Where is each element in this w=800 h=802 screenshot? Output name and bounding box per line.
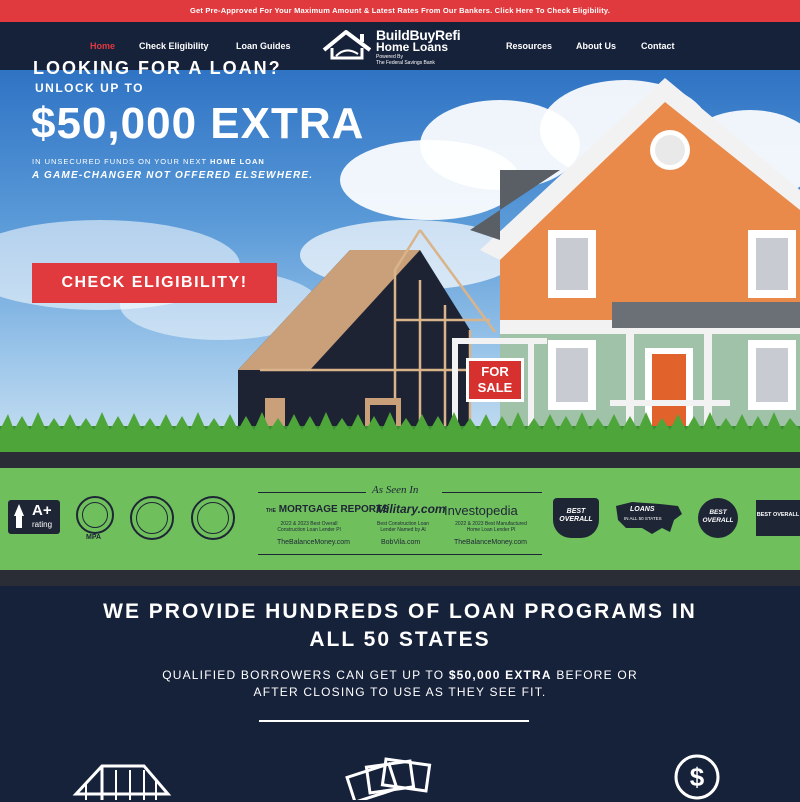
- house-frame-icon: [72, 764, 172, 800]
- bbb-rating: A+: [32, 502, 52, 519]
- award-3-main: OVERALL: [702, 517, 734, 524]
- award-seal-badge: [76, 496, 114, 534]
- section-divider: [259, 720, 529, 722]
- programs-sub-pre: QUALIFIED BORROWERS CAN GET UP TO: [162, 668, 449, 682]
- nav-resources[interactable]: Resources: [506, 41, 552, 51]
- bbb-badge: A+ rating: [8, 500, 60, 534]
- pub-3-site: TheBalanceMoney.com: [454, 539, 528, 546]
- as-seen-in-rule-bottom: [258, 554, 542, 555]
- pub-investopedia: Investopedia: [444, 503, 518, 518]
- pub-1-site: TheBalanceMoney.com: [277, 539, 351, 546]
- hero-heading-line2: UNLOCK UP TO: [35, 81, 144, 95]
- for-sale-sign-line1: FOR: [481, 364, 509, 379]
- divider-band: [0, 452, 800, 468]
- nav-home[interactable]: Home: [90, 41, 115, 51]
- divider-band: [0, 570, 800, 586]
- nav-loan-guides[interactable]: Loan Guides: [236, 41, 291, 51]
- trust-badges-bar: A+ rating MPA As Seen In THE MORTGAGE RE…: [0, 468, 800, 570]
- award-badge-best-overall: BEST OVERALL: [698, 498, 738, 538]
- programs-title-line2: ALL 50 STATES: [309, 628, 491, 651]
- as-seen-in-rule-left: [258, 492, 366, 493]
- pub-2-desc: Best Construction Loan Lender Named by A…: [377, 521, 429, 533]
- programs-subtitle-line1: QUALIFIED BORROWERS CAN GET UP TO $50,00…: [0, 668, 800, 682]
- dollar-circle-icon: $: [674, 754, 720, 800]
- programs-sub-bold: $50,000 EXTRA: [448, 668, 552, 682]
- hero-subtext-bold: HOME LOAN: [210, 157, 265, 166]
- hero-heading-line1: LOOKING FOR A LOAN?: [33, 58, 282, 78]
- mpa-label: MPA: [86, 534, 102, 541]
- site-logo[interactable]: BuildBuyRefi Home Loans Powered By The F…: [322, 26, 482, 68]
- hero-amount: $50,000 EXTRA: [31, 99, 365, 148]
- award-shield-best-overall: BEST OVERALL: [553, 498, 599, 538]
- check-eligibility-button[interactable]: CHECK ELIGIBILITY!: [32, 263, 277, 303]
- programs-subtitle-line2: AFTER CLOSING TO USE AS THEY SEE FIT.: [253, 685, 547, 699]
- bbb-torch-icon: [14, 504, 24, 528]
- pub-mortgage-reports-name: MORTGAGE REPORTS: [278, 504, 389, 515]
- bbb-rating-sub: rating: [32, 520, 53, 529]
- svg-text:$: $: [690, 762, 705, 792]
- as-seen-in-label: As Seen In: [372, 484, 419, 496]
- award-4-top: BEST OVERALL: [756, 512, 800, 518]
- logo-text-powered: Powered By The Federal Savings Bank: [376, 54, 435, 66]
- award-3-top: BEST: [709, 509, 727, 516]
- programs-sub-post: BEFORE OR: [551, 668, 638, 682]
- award-seal-badge: [191, 496, 235, 540]
- award-flag-best-overall: BEST OVERALL: [756, 500, 800, 536]
- pub-mortgage-reports-pre: THE: [266, 508, 276, 514]
- logo-text-subbrand: Home Loans: [376, 40, 449, 54]
- award-2-sub: IN ALL 50 STATES: [624, 516, 662, 521]
- award-1-top: BEST: [566, 508, 586, 515]
- for-sale-sign-line2: SALE: [477, 380, 513, 395]
- nav-contact[interactable]: Contact: [641, 41, 675, 51]
- award-1-main: OVERALL: [559, 516, 593, 523]
- cash-stack-icon: [345, 757, 432, 800]
- pub-2-site: BobVila.com: [381, 539, 421, 546]
- pub-mortgage-reports: THE MORTGAGE REPORTS: [266, 504, 389, 515]
- nav-check-eligibility[interactable]: Check Eligibility: [139, 41, 209, 51]
- nav-about-us[interactable]: About Us: [576, 41, 616, 51]
- pub-1-desc: 2022 & 2023 Best Overall Construction Lo…: [277, 521, 341, 533]
- as-seen-in-rule-right: [442, 492, 542, 493]
- house-logo-icon: [322, 30, 372, 60]
- hero-subtext-pre: IN UNSECURED FUNDS ON YOUR NEXT: [32, 157, 210, 166]
- promo-bar[interactable]: Get Pre-Approved For Your Maximum Amount…: [0, 0, 800, 22]
- logo-bank-name: The Federal Savings Bank: [376, 60, 435, 66]
- award-seal-badge: [130, 496, 174, 540]
- programs-title-line1: WE PROVIDE HUNDREDS OF LOAN PROGRAMS IN: [103, 600, 697, 623]
- pub-military: Military.com: [376, 502, 446, 516]
- hero-tagline: A GAME-CHANGER NOT OFFERED ELSEWHERE.: [32, 170, 314, 181]
- pub-3-desc: 2022 & 2023 Best Manufactured Home Loan …: [455, 521, 527, 533]
- hero-subtext: IN UNSECURED FUNDS ON YOUR NEXT HOME LOA…: [32, 157, 265, 166]
- award-2-main: LOANS: [630, 506, 655, 513]
